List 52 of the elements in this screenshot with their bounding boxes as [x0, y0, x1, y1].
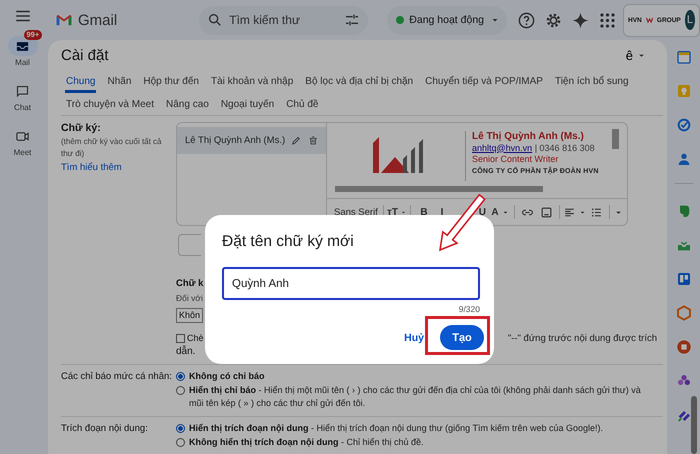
- input-tools-button[interactable]: ê: [626, 48, 647, 62]
- text-color-button[interactable]: A: [490, 206, 511, 218]
- section-label: Các chỉ báo mức cá nhân:: [61, 370, 173, 384]
- search-bar[interactable]: Tìm kiếm thư: [199, 6, 368, 34]
- font-dropdown[interactable]: Sans Serif: [334, 206, 380, 218]
- settings-tab[interactable]: Chung: [65, 70, 96, 93]
- underline-button[interactable]: U: [450, 206, 490, 218]
- avatar: L: [684, 10, 695, 30]
- job-title: Senior Content Writer: [472, 154, 560, 166]
- field-label: Chữ k: [176, 277, 204, 291]
- nav-item[interactable]: Chat: [2, 75, 42, 112]
- settings-tab[interactable]: Tài khoản và nhập: [210, 70, 294, 93]
- settings-tab[interactable]: Ngoại tuyến: [220, 93, 276, 115]
- signature-item[interactable]: Lê Thị Quỳnh Anh (Ms.): [177, 127, 326, 154]
- status-button[interactable]: Đang hoạt động: [387, 6, 507, 34]
- phone-text: | 0346 816 308: [534, 142, 595, 152]
- option-text: Không hiển thị trích đoạn nội dung - Chỉ hiển thị chủ đề.: [189, 436, 425, 449]
- settings-tab[interactable]: Chuyển tiếp và POP/IMAP: [424, 70, 544, 93]
- signature-name: Lê Thị Quỳnh Anh (Ms.): [185, 135, 286, 146]
- settings-tab[interactable]: Nâng cao: [165, 93, 210, 115]
- search-field[interactable]: Tìm kiếm thư: [229, 13, 338, 27]
- character-counter: 9/320: [458, 304, 480, 314]
- hint-text: Đối với: [176, 292, 203, 305]
- settings-tab[interactable]: Nhãn: [106, 70, 132, 93]
- option-text: Hiển thị chỉ báo - Hiển thị một mũi tên ( › ) cho các thư gửi đến địa chỉ của tôi (không phải danh sách gửi thư) và mũi tên kép ( » ) cho các thư chỉ gửi đến tôi.: [189, 384, 642, 410]
- option-text: Hiển thị trích đoạn nội dung - Hiển thị trích đoạn nội dung thư (giống Tìm kiếm trên web của Google!).: [189, 422, 604, 435]
- nav-item[interactable]: Meet: [2, 120, 42, 157]
- hint-text: (thêm chữ ký vào cuối tất cả thư đi): [61, 136, 163, 160]
- section-label: Trích đoạn nội dung:: [61, 422, 149, 436]
- settings-tab[interactable]: Hộp thư đến: [142, 70, 200, 93]
- option-text: "--" đứng trước nội dung được trích: [508, 332, 657, 346]
- dropdown-field[interactable]: Khôn: [176, 308, 204, 323]
- italic-button[interactable]: I: [434, 206, 450, 218]
- email-link[interactable]: anhltq@hvn.vn: [472, 142, 532, 152]
- section-label: Chữ ký:: [61, 122, 102, 134]
- option-label: Chè: [187, 332, 204, 344]
- signature-name: Lê Thị Quỳnh Anh (Ms.): [472, 131, 585, 142]
- product-name: Gmail: [78, 12, 118, 28]
- settings-tab[interactable]: Chủ đề: [285, 93, 320, 115]
- page-title: Cài đặt: [61, 46, 109, 64]
- option-text: Không có chỉ báo: [189, 370, 266, 383]
- bold-button[interactable]: B: [414, 206, 434, 218]
- cancel-button[interactable]: Huỷ: [404, 328, 424, 348]
- text-size-button[interactable]: тT: [387, 206, 407, 218]
- dialog-title: Đặt tên chữ ký mới: [222, 232, 354, 252]
- option-text: dẫn.: [176, 345, 196, 358]
- settings-tab[interactable]: Trò chuyện và Meet: [65, 93, 156, 115]
- name-field[interactable]: Quỳnh Anh: [222, 267, 480, 300]
- settings-tab[interactable]: Bộ lọc và địa chỉ bị chặn: [304, 70, 414, 93]
- learn-more-link[interactable]: Tìm hiểu thêm: [61, 162, 122, 173]
- create-button[interactable]: Tạo: [440, 325, 484, 350]
- settings-tab[interactable]: Tiện ích bổ sung: [554, 70, 630, 93]
